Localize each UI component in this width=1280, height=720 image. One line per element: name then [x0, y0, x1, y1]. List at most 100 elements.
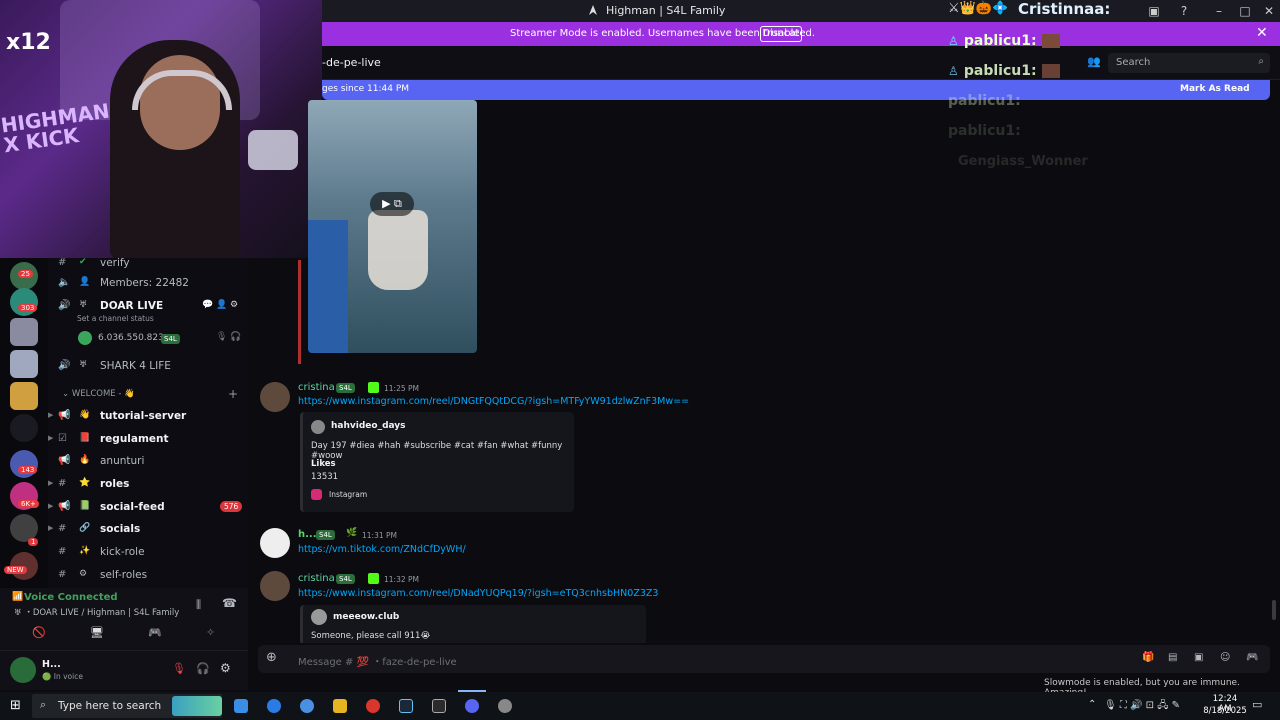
file-explorer-icon[interactable] — [333, 699, 347, 713]
avatar[interactable] — [260, 571, 290, 601]
channel-label: Members: 22482 — [100, 277, 189, 289]
screen-share-icon[interactable]: 🖥 — [90, 626, 104, 639]
channel-kick-role[interactable]: # ✨ kick-role — [48, 543, 248, 563]
deafen-icon[interactable]: 🎧 — [196, 662, 210, 675]
activity-icon[interactable]: 🎮 — [148, 626, 162, 639]
apps-icon[interactable]: 🎮 — [1246, 652, 1258, 663]
channel-shark[interactable]: 🔊 ♅ SHARK 4 LIFE — [48, 357, 248, 377]
opera-icon[interactable] — [366, 699, 380, 713]
disconnect-icon[interactable]: ☎ — [222, 596, 237, 610]
hash-icon: # — [58, 257, 67, 268]
channel-self-roles[interactable]: # ⚙ self-roles — [48, 566, 248, 586]
terminal-icon[interactable] — [432, 699, 446, 713]
video-embed-thumbnail[interactable]: ▶ ⧉ — [308, 100, 477, 353]
channel-social-feed[interactable]: ▶ 📢 📗 social-feed 576 — [48, 498, 248, 518]
sticker-icon[interactable]: ▣ — [1194, 652, 1203, 663]
channel-label: verify — [100, 257, 130, 269]
voice-channel-label: DOAR LIVE / Highman | S4L Family — [32, 608, 180, 618]
chat-scrollbar[interactable] — [1272, 600, 1276, 620]
soundboard-icon[interactable]: ✧ — [206, 626, 215, 639]
speaker-icon: 🔊 — [58, 360, 71, 371]
embed-field-value: 13531 — [311, 472, 339, 482]
channel-socials[interactable]: ▶ # 🔗 socials — [48, 520, 248, 540]
voice-user-name[interactable]: 6.036.550.823 — [98, 333, 164, 343]
message-link[interactable]: https://www.instagram.com/reel/DNGtFQQtD… — [298, 396, 689, 407]
embed-author[interactable]: meeeow.club — [333, 612, 399, 622]
voice-status[interactable]: Voice Connected — [24, 592, 118, 603]
microphone-icon — [248, 130, 298, 170]
embed-description: Someone, please call 911😭 — [311, 631, 431, 641]
avatar[interactable] — [260, 382, 290, 412]
server-badge: 6K+ — [18, 500, 39, 508]
webcam-feed: x12 HIGHMAN X KICK — [0, 0, 322, 258]
steam-icon[interactable] — [399, 699, 413, 713]
hook-icon: ♅ — [79, 360, 88, 370]
tray-overflow-icon[interactable]: ⌃ — [1088, 699, 1096, 710]
server-icon[interactable] — [10, 318, 38, 346]
settings-icon[interactable]: ⚙ — [230, 300, 238, 310]
embed-author[interactable]: hahvideo_days — [331, 421, 406, 431]
server-tag: S4L — [336, 574, 355, 584]
chevron-right-icon: ▶ — [48, 479, 54, 487]
mute-icon[interactable]: 🎙 — [172, 662, 186, 675]
disable-streamer-mode-button[interactable]: Disable — [760, 26, 802, 42]
channel-roles[interactable]: ▶ # ⭐ roles — [48, 475, 248, 495]
obs-icon[interactable] — [498, 699, 512, 713]
taskbar-search[interactable]: ⌕ Type here to search — [32, 694, 222, 718]
category-welcome[interactable]: ⌄ WELCOME - 👋 — [62, 389, 135, 399]
channel-verify[interactable]: # ✔ verify — [48, 254, 248, 274]
gif-icon[interactable]: ▤ — [1168, 652, 1177, 663]
chat-icon[interactable]: 💬 — [202, 300, 213, 310]
server-icon[interactable] — [10, 382, 38, 410]
message-placeholder: Message # 💯 ・faze-de-pe-live — [298, 657, 457, 668]
channel-anunturi[interactable]: 📢 🔥 anunturi — [48, 452, 248, 472]
notifications-icon[interactable]: ▭ — [1252, 698, 1262, 711]
edge-icon[interactable] — [267, 699, 281, 713]
chevron-right-icon: ▶ — [48, 524, 54, 532]
hash-icon: # — [58, 478, 67, 489]
server-badge: 1 — [28, 538, 39, 546]
channel-label: roles — [100, 478, 130, 490]
message-composer[interactable]: ⊕ Message # 💯 ・faze-de-pe-live 🎁 ▤ ▣ ☺ 🎮 — [258, 645, 1270, 673]
message-author[interactable]: h... — [298, 529, 317, 540]
webcam-sign: HIGHMAN X KICK — [0, 98, 112, 158]
channel-emoji: ⚙ — [79, 569, 88, 579]
tray-icons[interactable]: 🎙 ⛶ 🔊 ⊡ 🖧 ✎ — [1104, 698, 1180, 715]
message-link[interactable]: https://www.instagram.com/reel/DNadYUQPq… — [298, 588, 658, 599]
avatar[interactable] — [260, 528, 290, 558]
camera-off-icon[interactable]: 🚫 — [32, 626, 46, 639]
task-view-icon[interactable] — [234, 699, 248, 713]
voice-user-avatar[interactable] — [78, 331, 92, 345]
add-channel-icon[interactable]: + — [228, 387, 238, 401]
copilot-icon[interactable] — [300, 699, 314, 713]
add-attachment-icon[interactable]: ⊕ — [266, 650, 277, 665]
emoji-icon[interactable]: ☺ — [1220, 652, 1230, 663]
message-author[interactable]: cristina — [298, 382, 335, 393]
windows-start-icon[interactable]: ⊞ — [10, 698, 21, 713]
channel-tutorial-server[interactable]: ▶ 📢 👋 tutorial-server — [48, 407, 248, 427]
channel-emoji: 📕 — [79, 433, 91, 443]
message: h... S4L 🌿 11:31 PM https://vm.tiktok.co… — [258, 526, 958, 560]
channel-status-hint[interactable]: Set a channel status — [77, 314, 154, 323]
add-member-icon[interactable]: 👤 — [216, 300, 227, 310]
message-link[interactable]: https://vm.tiktok.com/ZNdCfDyWH/ — [298, 544, 466, 555]
server-badge: 303 — [18, 304, 38, 312]
chevron-right-icon: ▶ — [48, 434, 54, 442]
server-icon[interactable] — [10, 350, 38, 378]
gift-icon[interactable]: 🎁 — [1142, 652, 1154, 663]
channel-members[interactable]: 🔈 👤 Members: 22482 — [48, 274, 248, 294]
unread-badge: 576 — [220, 501, 243, 512]
user-settings-icon[interactable]: ⚙ — [220, 661, 231, 675]
clock-date[interactable]: 8/18/2025 — [1203, 706, 1247, 716]
voice-channel-path[interactable]: ♅ ・DOAR LIVE / Highman | S4L Family — [14, 606, 179, 618]
noise-suppression-icon[interactable]: ⫼ — [196, 598, 201, 612]
discord-icon[interactable] — [465, 699, 479, 713]
avatar[interactable] — [10, 657, 36, 683]
user-name[interactable]: H... — [42, 659, 61, 670]
megaphone-icon: 📢 — [58, 501, 71, 512]
play-video-button[interactable]: ▶ ⧉ — [370, 192, 414, 216]
message-author[interactable]: cristina — [298, 573, 335, 584]
server-icon[interactable] — [10, 414, 38, 442]
channel-regulament[interactable]: ▶ ☑ 📕 regulament — [48, 430, 248, 450]
channel-label: anunturi — [100, 455, 145, 467]
